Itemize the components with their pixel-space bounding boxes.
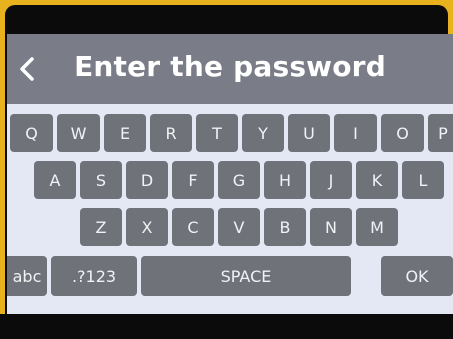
- space-key[interactable]: SPACE: [141, 256, 351, 296]
- key-u[interactable]: U: [288, 114, 330, 152]
- key-h[interactable]: H: [264, 161, 306, 199]
- page-title: Enter the password: [74, 50, 386, 83]
- key-x[interactable]: X: [126, 208, 168, 246]
- key-q[interactable]: Q: [10, 114, 53, 152]
- ok-key[interactable]: OK: [381, 256, 453, 296]
- key-n[interactable]: N: [310, 208, 352, 246]
- key-i[interactable]: I: [334, 114, 377, 152]
- key-v[interactable]: V: [218, 208, 260, 246]
- key-e[interactable]: E: [104, 114, 146, 152]
- abc-key[interactable]: abc: [7, 256, 47, 296]
- key-s[interactable]: S: [80, 161, 122, 199]
- key-a[interactable]: A: [34, 161, 76, 199]
- key-l[interactable]: L: [402, 161, 444, 199]
- key-y[interactable]: Y: [242, 114, 284, 152]
- key-k[interactable]: K: [356, 161, 398, 199]
- password-header: Enter the password: [7, 34, 453, 104]
- key-o[interactable]: O: [381, 114, 424, 152]
- symbols-key[interactable]: .?123: [51, 256, 137, 296]
- key-m[interactable]: M: [356, 208, 398, 246]
- on-screen-keyboard: Q W E R T Y U I O P A S D F G H J K L Z …: [7, 104, 453, 314]
- key-b[interactable]: B: [264, 208, 306, 246]
- key-f[interactable]: F: [172, 161, 214, 199]
- key-w[interactable]: W: [57, 114, 100, 152]
- key-p[interactable]: P: [428, 114, 453, 152]
- key-g[interactable]: G: [218, 161, 260, 199]
- device-bezel-bottom: [0, 314, 453, 339]
- key-z[interactable]: Z: [80, 208, 122, 246]
- touch-screen: Enter the password Q W E R T Y U I O P A…: [7, 34, 453, 314]
- key-t[interactable]: T: [196, 114, 238, 152]
- key-r[interactable]: R: [150, 114, 192, 152]
- key-d[interactable]: D: [126, 161, 168, 199]
- key-c[interactable]: C: [172, 208, 214, 246]
- key-j[interactable]: J: [310, 161, 352, 199]
